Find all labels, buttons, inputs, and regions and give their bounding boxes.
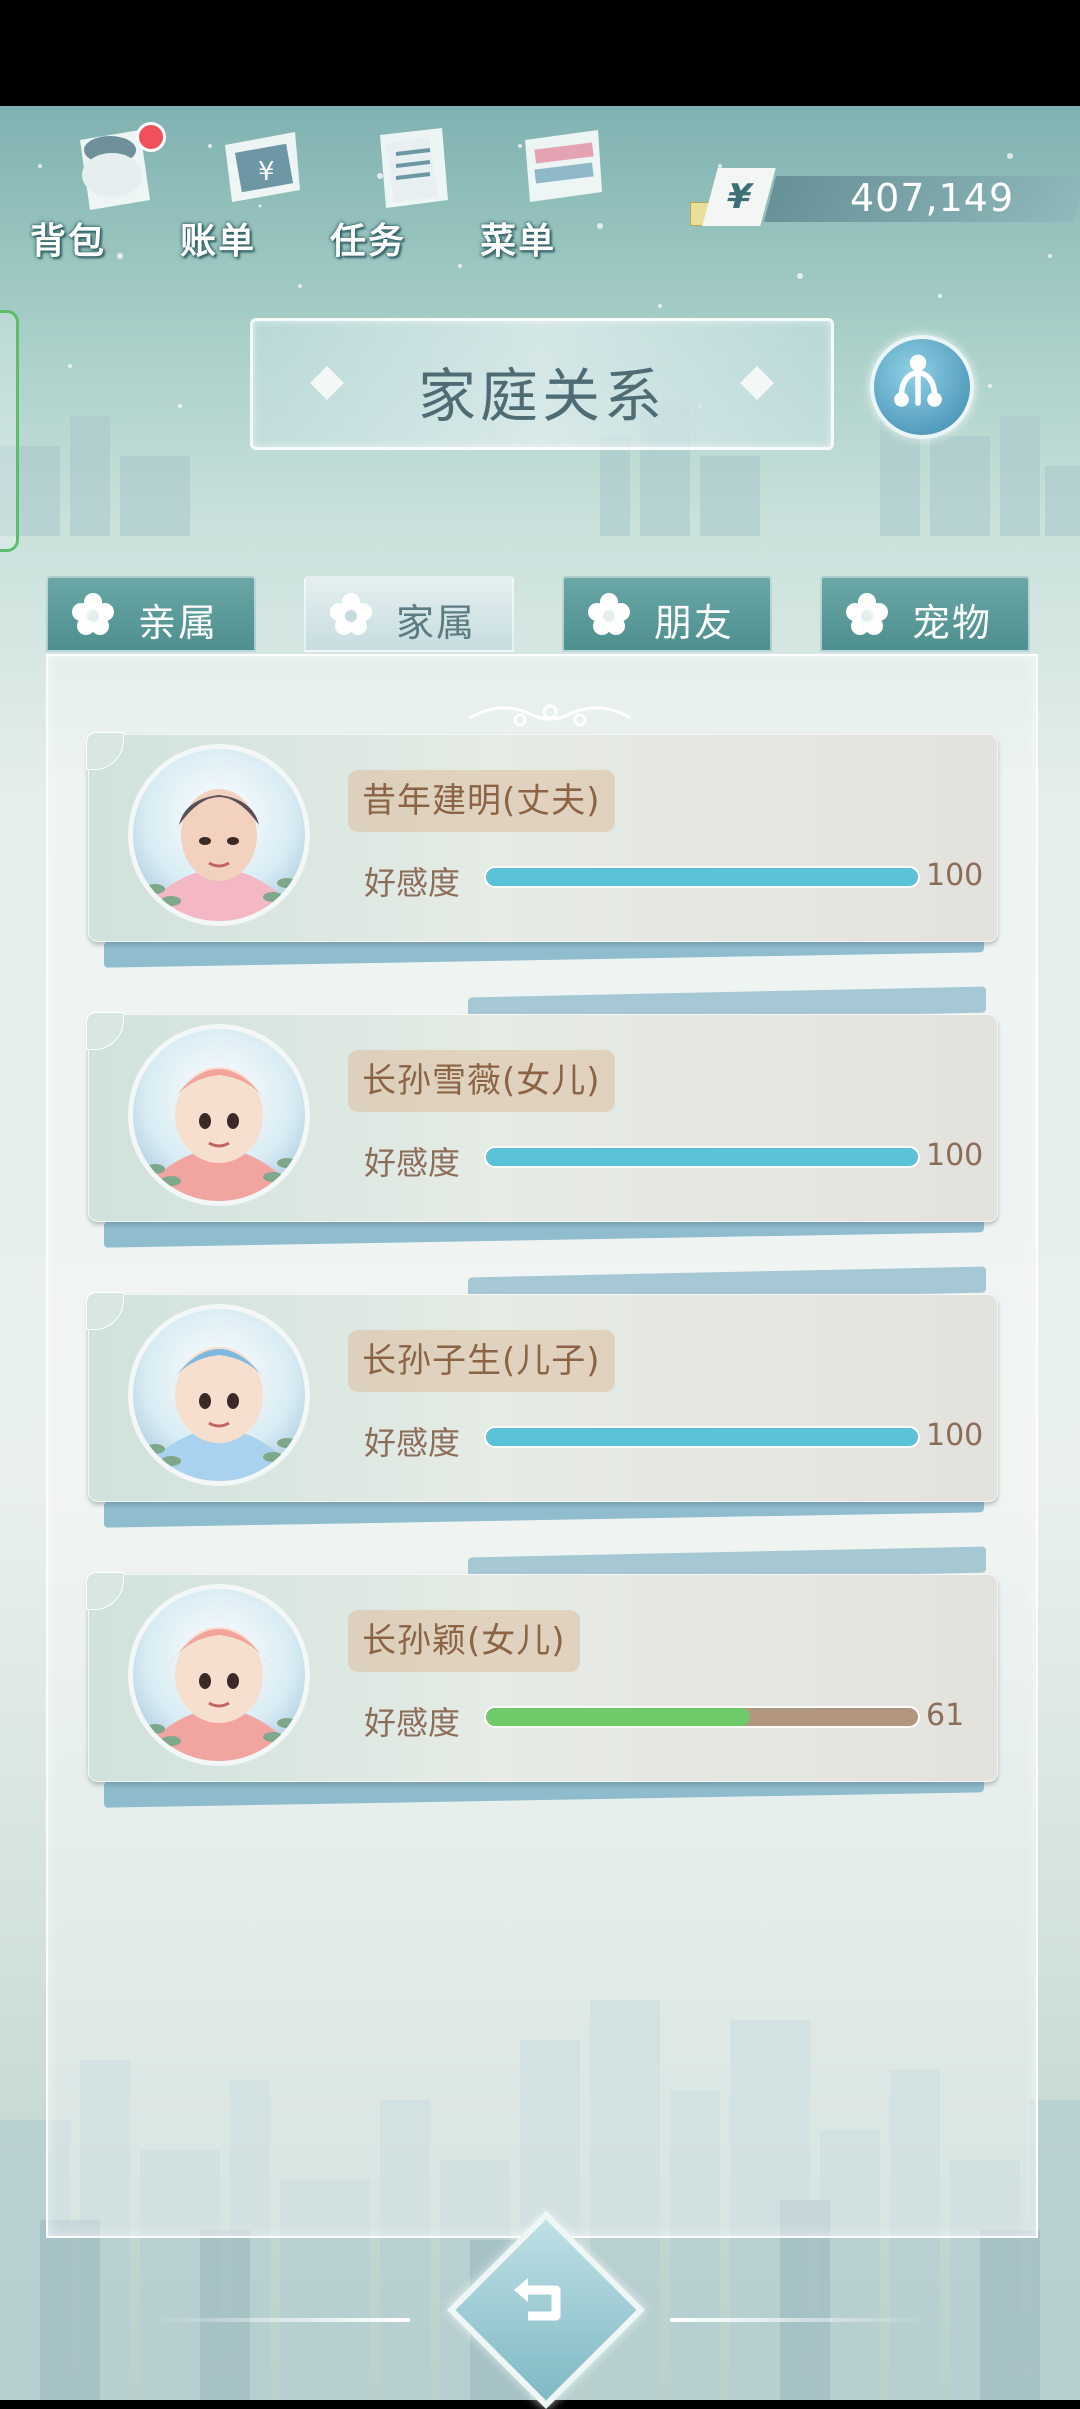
affinity-value: 61 [926,1698,965,1733]
return-arrow-icon [514,2278,561,2321]
family-member-card[interactable]: 长孙雪薇(女儿) 好感度 100 [86,986,998,1248]
tab-relatives[interactable]: 亲属 [46,576,256,652]
family-member-card[interactable]: 昔年建明(丈夫) 好感度 100 [86,732,998,968]
daughter-avatar [128,1584,310,1766]
flower-icon [330,593,372,635]
page-title: 家庭关系 [417,362,666,430]
member-name-chip: 昔年建明(丈夫) [348,770,615,832]
affinity-bar-fill [486,1148,918,1166]
side-drawer-handle[interactable] [0,310,19,552]
affinity-label: 好感度 [364,1424,461,1462]
bills-button[interactable]: ¥ 账单 [180,120,320,270]
family-tree-icon [894,354,942,407]
scroll-ornament [469,704,631,727]
affinity-value: 100 [926,1418,984,1453]
son-avatar [128,1304,310,1486]
affinity-bar [484,1426,920,1448]
member-name: 长孙颖(女儿) [362,1621,566,1661]
member-name: 长孙子生(儿子) [362,1341,601,1381]
tasks-button[interactable]: 任务 [330,120,470,270]
tab-friends[interactable]: 朋友 [562,576,772,652]
affinity-value: 100 [926,858,984,893]
task-list-icon [380,128,448,208]
tasks-label: 任务 [330,221,407,262]
svg-text:¥: ¥ [258,157,275,187]
menu-label: 菜单 [480,221,557,262]
affinity-bar-fill [486,1708,750,1726]
affinity-bar [484,1706,920,1728]
decorative-line-right [670,2318,930,2322]
decorative-line-left [150,2318,410,2322]
tab-relatives-label: 亲属 [138,601,219,645]
page-title-banner: 家庭关系 [250,318,834,450]
member-name-chip: 长孙颖(女儿) [348,1610,580,1672]
currency-amount: 407,149 [850,176,1015,220]
affinity-bar [484,866,920,888]
member-name: 长孙雪薇(女儿) [362,1061,601,1101]
menu-icon [525,130,602,202]
currency-display: ¥ 407,149 [690,168,1080,226]
affinity-label: 好感度 [364,1704,461,1742]
member-name: 昔年建明(丈夫) [362,781,601,821]
family-tree-button[interactable] [870,335,974,439]
bag-label: 背包 [30,221,107,262]
tab-family[interactable]: 家属 [304,576,514,652]
family-member-card[interactable]: 长孙子生(儿子) 好感度 100 [86,1266,998,1528]
affinity-label: 好感度 [364,864,461,902]
affinity-bar-fill [486,1428,918,1446]
bill-icon: ¥ [225,132,300,202]
tab-pets-label: 宠物 [912,601,993,645]
affinity-bar-fill [486,868,918,886]
tab-family-label: 家属 [396,601,477,645]
daughter-avatar [128,1024,310,1206]
affinity-bar [484,1146,920,1168]
flower-icon [588,593,630,635]
bills-label: 账单 [180,221,257,262]
menu-button[interactable]: 菜单 [480,120,620,270]
tab-pets[interactable]: 宠物 [820,576,1030,652]
status-bar [0,0,1080,106]
member-name-chip: 长孙雪薇(女儿) [348,1050,615,1112]
member-name-chip: 长孙子生(儿子) [348,1330,615,1392]
tab-friends-label: 朋友 [654,601,735,645]
flower-icon [846,593,888,635]
husband-avatar [128,744,310,926]
bag-notification-badge [136,122,166,152]
affinity-value: 100 [926,1138,984,1173]
affinity-label: 好感度 [364,1144,461,1182]
family-member-card[interactable]: 长孙颖(女儿) 好感度 61 [86,1546,998,1808]
flower-icon [72,593,114,635]
